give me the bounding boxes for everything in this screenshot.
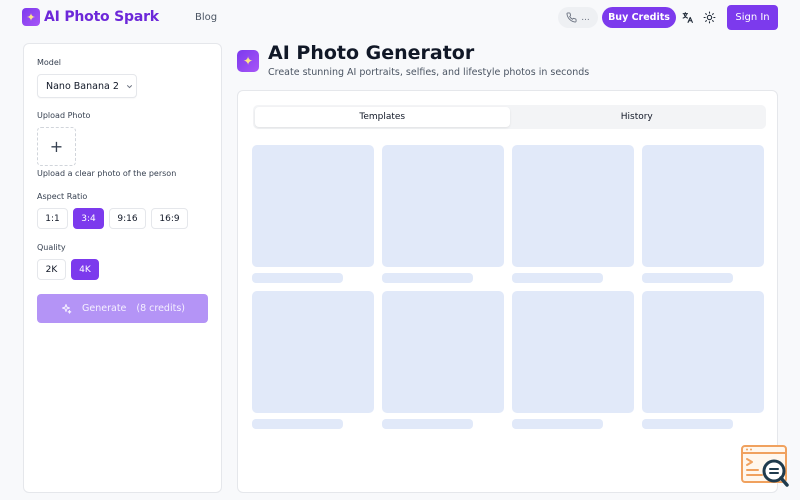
tab-templates[interactable]: Templates [255,107,510,127]
aspect-ratio-label: Aspect Ratio [37,192,88,201]
template-skeleton [642,291,764,413]
sun-icon[interactable] [701,9,717,25]
feedback-widget[interactable] [740,444,790,488]
brand-logo[interactable]: ✦ AI Photo Spark [22,8,159,26]
generate-button[interactable]: Generate (8 credits) [37,294,208,323]
model-select[interactable]: Nano Banana 2 [37,74,137,98]
phone-icon [566,12,577,23]
template-skeleton-caption [642,419,733,429]
sparkles-icon: ✦ [22,8,40,26]
sign-in-button[interactable]: Sign In [727,5,778,30]
terminal-search-icon [741,445,789,487]
template-skeleton [642,145,764,267]
model-label: Model [37,58,62,67]
template-skeleton-caption [382,273,473,283]
model-select-value: Nano Banana 2 [46,80,119,92]
upload-label: Upload Photo [37,111,91,120]
quality-label: Quality [37,243,66,252]
plus-icon: + [49,137,64,156]
sparkles-icon: ✦ [237,50,259,72]
translate-icon[interactable] [679,9,695,25]
aspect-option-3-4[interactable]: 3:4 [73,208,104,229]
tab-history[interactable]: History [510,107,765,127]
chevron-down-icon [126,84,132,88]
template-skeleton-caption [252,419,343,429]
quality-option-4k[interactable]: 4K [71,259,99,280]
template-skeleton-caption [382,419,473,429]
template-skeleton [512,291,634,413]
generate-credits: (8 credits) [136,303,185,314]
upload-photo-button[interactable]: + [37,127,76,166]
template-skeleton-caption [512,419,603,429]
template-skeleton [252,291,374,413]
page-title: AI Photo Generator [268,42,475,64]
upload-hint: Upload a clear photo of the person [37,169,177,178]
template-skeleton-caption [252,273,343,283]
settings-panel: Model Nano Banana 2 Upload Photo + Uploa… [23,43,222,493]
gallery-card: Templates History [237,90,778,493]
brand-name: AI Photo Spark [44,9,159,25]
aspect-option-16-9[interactable]: 16:9 [151,208,188,229]
quality-options: 2K 4K [37,259,99,280]
top-header: ✦ AI Photo Spark Blog ... Buy Credits Si… [0,0,800,36]
template-skeleton-caption [642,273,733,283]
sparkles-icon [62,303,72,314]
aspect-option-9-16[interactable]: 9:16 [109,208,146,229]
generate-label: Generate [82,303,127,314]
template-skeleton [512,145,634,267]
aspect-ratio-options: 1:1 3:4 9:16 16:9 [37,208,188,229]
template-skeleton [252,145,374,267]
language-pill-label: ... [581,12,590,23]
gallery-tabs: Templates History [253,105,766,129]
template-skeleton-caption [512,273,603,283]
buy-credits-button[interactable]: Buy Credits [602,7,676,28]
template-skeleton [382,145,504,267]
quality-option-2k[interactable]: 2K [37,259,66,280]
aspect-option-1-1[interactable]: 1:1 [37,208,68,229]
page-subtitle: Create stunning AI portraits, selfies, a… [268,67,590,78]
nav-blog-link[interactable]: Blog [195,12,217,23]
language-pill[interactable]: ... [558,7,598,28]
template-skeleton [382,291,504,413]
